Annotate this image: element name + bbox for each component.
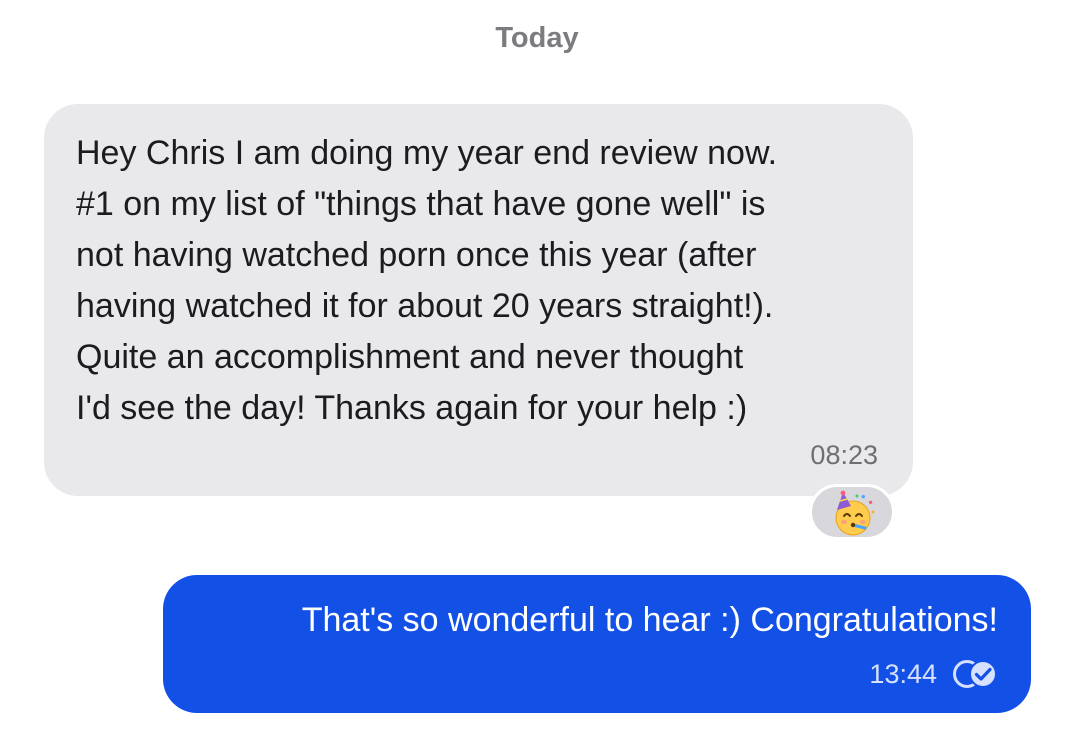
outgoing-message-bubble[interactable]: That's so wonderful to hear :) Congratul…	[163, 575, 1031, 713]
date-divider: Today	[495, 22, 579, 54]
incoming-message-time: 08:23	[810, 440, 878, 470]
outgoing-message-time: 13:44	[869, 658, 937, 689]
read-receipt-icon	[953, 660, 997, 688]
incoming-message-text: Hey Chris I am doing my year end review …	[76, 134, 778, 427]
incoming-message-bubble[interactable]: Hey Chris I am doing my year end review …	[44, 104, 913, 496]
outgoing-message-text: That's so wonderful to hear :) Congratul…	[301, 601, 998, 639]
chat-thread[interactable]: Today Hey Chris I am doing my year end r…	[0, 0, 1074, 732]
partying-face-emoji-icon	[835, 490, 875, 536]
message-reaction[interactable]	[809, 484, 895, 540]
outgoing-message-meta: 13:44	[869, 657, 999, 691]
